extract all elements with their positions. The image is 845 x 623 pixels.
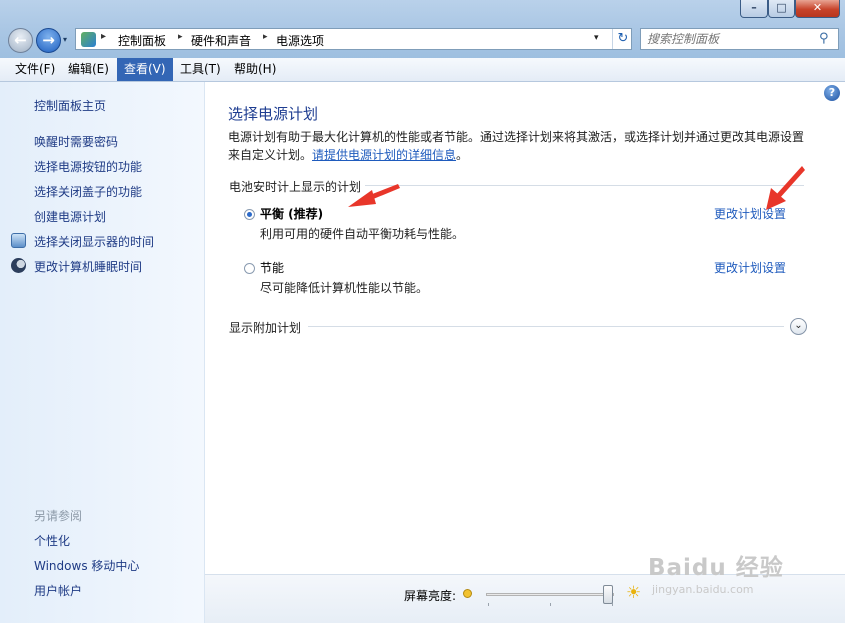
main-content: ? 选择电源计划 电源计划有助于最大化计算机的性能或者节能。通过选择计划来将其激… bbox=[205, 82, 845, 574]
slider-tick bbox=[488, 603, 489, 606]
group-label: 电池安时计上显示的计划 bbox=[229, 178, 366, 195]
brightness-slider-track[interactable] bbox=[486, 593, 614, 596]
brightness-slider-thumb[interactable] bbox=[602, 585, 613, 604]
sidebar-create-plan[interactable]: 创建电源计划 bbox=[34, 208, 106, 225]
breadcrumb-hardware-sound[interactable]: 硬件和声音 bbox=[191, 32, 251, 49]
watermark-logo: Baidu 经验 bbox=[648, 555, 784, 581]
sidebar-power-button[interactable]: 选择电源按钮的功能 bbox=[34, 158, 142, 175]
menu-file[interactable]: 文件(F) bbox=[8, 58, 62, 81]
task-pane: 控制面板主页 唤醒时需要密码 选择电源按钮的功能 选择关闭盖子的功能 创建电源计… bbox=[0, 82, 205, 623]
dim-sun-icon bbox=[463, 589, 472, 598]
watermark-url: jingyan.baidu.com bbox=[652, 583, 754, 596]
search-box[interactable]: ⚲ bbox=[640, 28, 839, 50]
breadcrumb-power-options[interactable]: 电源选项 bbox=[276, 32, 324, 49]
forward-button[interactable]: → bbox=[36, 28, 61, 53]
address-separator[interactable]: ▸ bbox=[101, 31, 106, 42]
menu-tools[interactable]: 工具(T) bbox=[173, 58, 228, 81]
see-also-heading: 另请参阅 bbox=[34, 509, 83, 523]
show-additional-plans-label[interactable]: 显示附加计划 bbox=[229, 319, 301, 336]
menu-view[interactable]: 查看(V) bbox=[117, 58, 173, 81]
sidebar-user-accounts[interactable]: 用户帐户 bbox=[34, 582, 82, 599]
address-bar[interactable]: ▸ 控制面板 ▸ 硬件和声音 ▸ 电源选项 ▾ ↻ bbox=[75, 28, 632, 50]
sidebar-sleep-time[interactable]: 更改计算机睡眠时间 bbox=[34, 258, 142, 275]
slider-tick bbox=[550, 603, 551, 606]
plan-details-link[interactable]: 请提供电源计划的详细信息 bbox=[312, 148, 456, 162]
search-icon[interactable]: ⚲ bbox=[819, 31, 829, 46]
breadcrumb-control-panel[interactable]: 控制面板 bbox=[118, 32, 166, 49]
refresh-icon[interactable]: ↻ bbox=[612, 29, 633, 49]
maximize-button[interactable]: □ bbox=[768, 0, 795, 18]
menu-edit[interactable]: 编辑(E) bbox=[61, 58, 116, 81]
sidebar-control-panel-home[interactable]: 控制面板主页 bbox=[34, 97, 106, 114]
power-saver-plan-radio[interactable] bbox=[244, 263, 255, 274]
window-titlebar: – □ ✕ ← → ▾ ▸ 控制面板 ▸ 硬件和声音 ▸ 电源选项 ▾ ↻ ⚲ bbox=[0, 0, 845, 58]
recent-pages-dropdown[interactable]: ▾ bbox=[63, 35, 67, 44]
expand-chevron-icon[interactable]: ⌄ bbox=[790, 318, 807, 335]
moon-icon bbox=[11, 258, 26, 273]
page-title: 选择电源计划 bbox=[228, 105, 319, 123]
address-dropdown-icon[interactable]: ▾ bbox=[594, 33, 599, 43]
additional-plans-divider bbox=[308, 326, 784, 327]
balanced-plan-radio[interactable] bbox=[244, 209, 255, 220]
balanced-plan-desc: 利用可用的硬件自动平衡功耗与性能。 bbox=[260, 227, 465, 241]
minimize-button[interactable]: – bbox=[740, 0, 768, 18]
sidebar-turn-off-display[interactable]: 选择关闭显示器的时间 bbox=[34, 233, 154, 250]
slider-tick bbox=[612, 603, 613, 606]
close-button[interactable]: ✕ bbox=[795, 0, 840, 18]
power-saver-plan-desc: 尽可能降低计算机性能以节能。 bbox=[260, 281, 429, 295]
bright-sun-icon: ☀ bbox=[626, 583, 642, 603]
menu-help[interactable]: 帮助(H) bbox=[227, 58, 283, 81]
power-saver-plan-name[interactable]: 节能 bbox=[260, 259, 284, 276]
power-saver-change-settings-link[interactable]: 更改计划设置 bbox=[714, 259, 786, 276]
sidebar-lid-close[interactable]: 选择关闭盖子的功能 bbox=[34, 183, 142, 200]
back-button[interactable]: ← bbox=[8, 28, 33, 53]
brightness-label: 屏幕亮度: bbox=[404, 589, 457, 603]
balanced-change-settings-link[interactable]: 更改计划设置 bbox=[714, 205, 786, 222]
sidebar-require-password[interactable]: 唤醒时需要密码 bbox=[34, 133, 118, 150]
breadcrumb-separator[interactable]: ▸ bbox=[178, 32, 183, 42]
search-input[interactable] bbox=[647, 31, 812, 47]
page-description: 电源计划有助于最大化计算机的性能或者节能。通过选择计划来将其激活，或选择计划并通… bbox=[228, 130, 805, 162]
monitor-icon bbox=[11, 233, 26, 248]
balanced-plan-name[interactable]: 平衡 (推荐) bbox=[260, 205, 323, 222]
help-icon[interactable]: ? bbox=[824, 85, 840, 101]
control-panel-icon bbox=[81, 32, 96, 47]
menu-bar: 文件(F) 编辑(E) 查看(V) 工具(T) 帮助(H) bbox=[0, 58, 845, 82]
sidebar-mobility-center[interactable]: Windows 移动中心 bbox=[34, 557, 139, 574]
breadcrumb-separator[interactable]: ▸ bbox=[263, 32, 268, 42]
sidebar-personalization[interactable]: 个性化 bbox=[34, 532, 70, 549]
